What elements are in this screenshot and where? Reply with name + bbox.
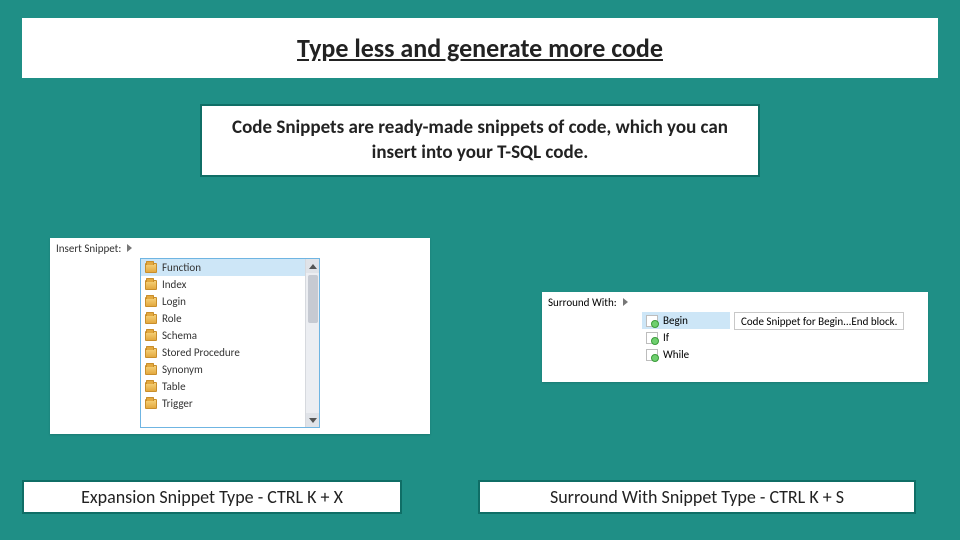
list-item-label: Function — [162, 261, 201, 274]
folder-icon — [145, 280, 157, 290]
list-item-label: Index — [162, 278, 186, 291]
folder-icon — [145, 382, 157, 392]
list-item-label: Stored Procedure — [162, 346, 240, 359]
surround-with-listbox[interactable]: Begin If While — [642, 312, 730, 367]
scroll-thumb[interactable] — [308, 275, 318, 323]
chevron-right-icon — [623, 298, 628, 306]
snippet-icon — [646, 332, 658, 344]
list-item-label: Table — [162, 380, 186, 393]
folder-icon — [145, 314, 157, 324]
surround-with-panel: Surround With: Begin If While Code Snipp… — [542, 292, 928, 382]
surround-with-crumb-label: Surround With: — [548, 296, 617, 309]
page-title: Type less and generate more code — [22, 18, 938, 78]
folder-icon — [145, 331, 157, 341]
list-item[interactable]: Index — [141, 276, 319, 293]
intro-wrap: Code Snippets are ready-made snippets of… — [22, 104, 938, 177]
list-item[interactable]: Table — [141, 378, 319, 395]
list-item-label: Begin — [663, 314, 688, 327]
list-item-label: Schema — [162, 329, 197, 342]
snippet-icon — [646, 349, 658, 361]
list-item[interactable]: Function — [141, 259, 319, 276]
insert-snippet-listbox[interactable]: Function Index Login Role Schema Stored … — [140, 258, 320, 428]
triangle-down-icon — [309, 418, 317, 423]
snippet-tooltip: Code Snippet for Begin...End block. — [734, 312, 904, 330]
list-item[interactable]: Begin — [642, 312, 730, 329]
list-item-label: Login — [162, 295, 186, 308]
chevron-right-icon — [127, 244, 132, 252]
folder-icon — [145, 263, 157, 273]
list-item-label: Role — [162, 312, 182, 325]
triangle-up-icon — [309, 264, 317, 269]
list-item-label: If — [663, 331, 669, 344]
list-item-label: Trigger — [162, 397, 193, 410]
folder-icon — [145, 365, 157, 375]
list-item[interactable]: Login — [141, 293, 319, 310]
list-item[interactable]: If — [642, 329, 730, 346]
slide-root: Type less and generate more code Code Sn… — [0, 0, 960, 540]
folder-icon — [145, 297, 157, 307]
expansion-label: Expansion Snippet Type - CTRL K + X — [22, 480, 402, 514]
intro-text: Code Snippets are ready-made snippets of… — [200, 104, 760, 177]
list-item[interactable]: Trigger — [141, 395, 319, 412]
list-item[interactable]: Stored Procedure — [141, 344, 319, 361]
list-item[interactable]: While — [642, 346, 730, 363]
folder-icon — [145, 399, 157, 409]
demo-row: Insert Snippet: Function Index Login Rol… — [22, 238, 938, 438]
list-item[interactable]: Role — [141, 310, 319, 327]
scroll-down-button[interactable] — [306, 413, 320, 427]
surround-with-crumb: Surround With: — [542, 292, 928, 312]
surround-label: Surround With Snippet Type - CTRL K + S — [478, 480, 916, 514]
list-item[interactable]: Schema — [141, 327, 319, 344]
scrollbar[interactable] — [305, 259, 319, 427]
scroll-up-button[interactable] — [306, 259, 320, 273]
insert-snippet-crumb-label: Insert Snippet: — [56, 242, 121, 255]
snippet-icon — [646, 315, 658, 327]
list-item-label: Synonym — [162, 363, 203, 376]
insert-snippet-crumb: Insert Snippet: — [50, 238, 430, 258]
insert-snippet-panel: Insert Snippet: Function Index Login Rol… — [50, 238, 430, 434]
folder-icon — [145, 348, 157, 358]
list-item[interactable]: Synonym — [141, 361, 319, 378]
list-item-label: While — [663, 348, 689, 361]
label-row: Expansion Snippet Type - CTRL K + X Surr… — [22, 480, 938, 514]
